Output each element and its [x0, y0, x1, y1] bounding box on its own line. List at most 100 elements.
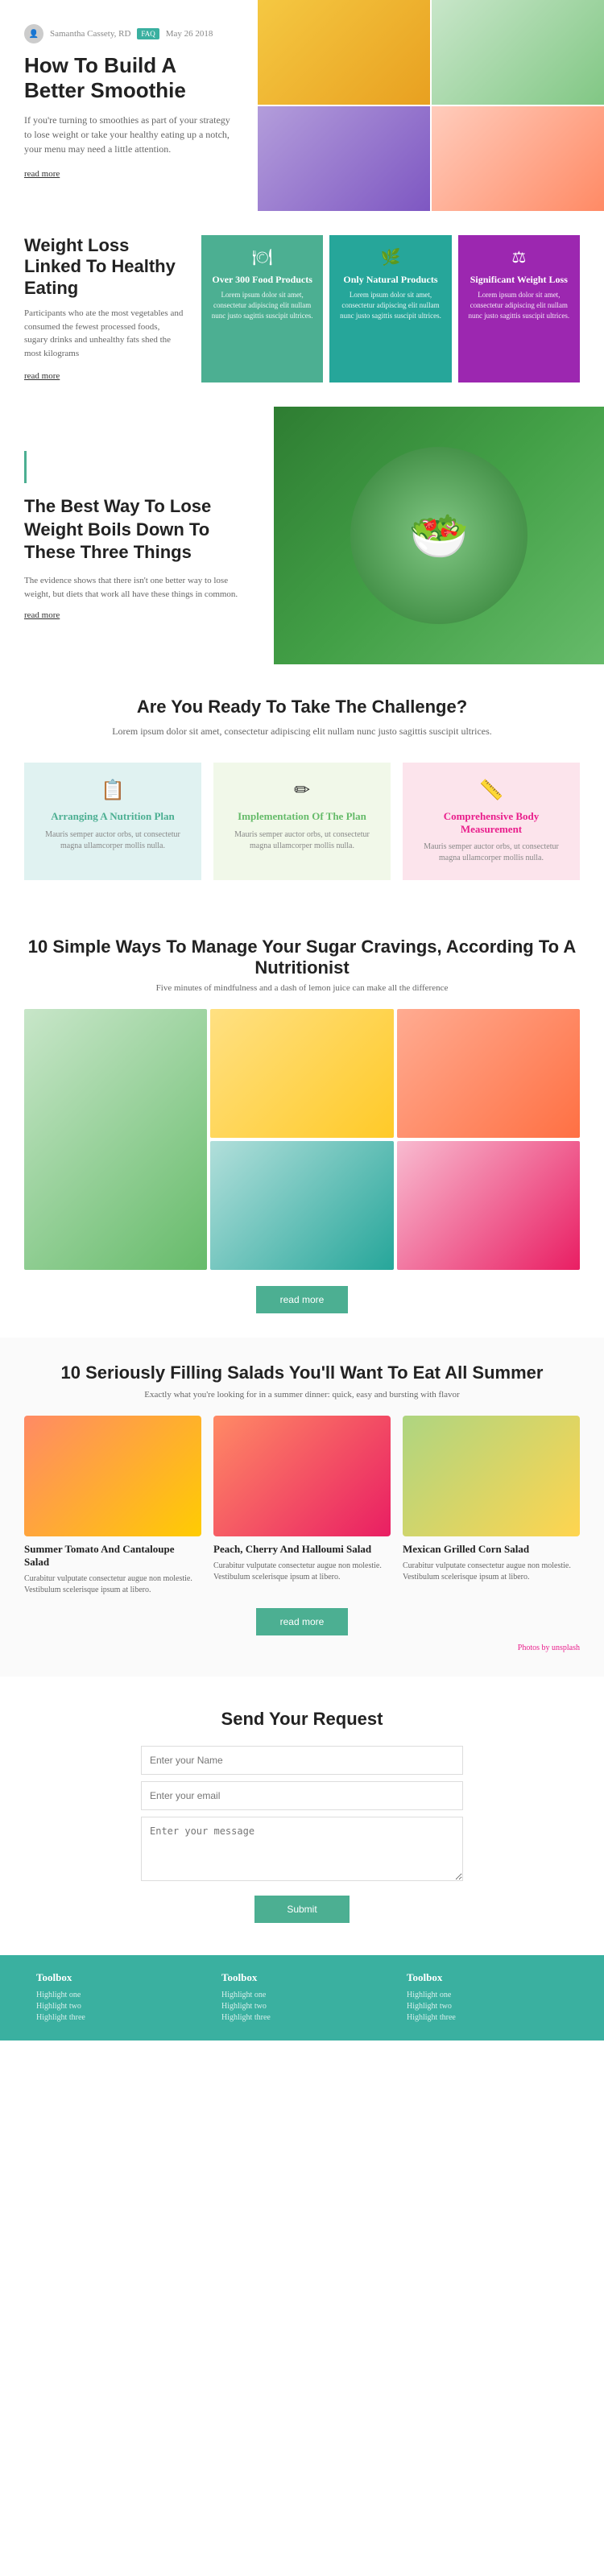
banner-desc: The evidence shows that there isn't one … [24, 574, 250, 601]
banner-title: The Best Way To Lose Weight Boils Down T… [24, 495, 250, 564]
salad-title-1: Summer Tomato And Cantaloupe Salad [24, 1543, 201, 1569]
photo-3 [397, 1009, 580, 1138]
avatar: 👤 [24, 24, 43, 43]
challenge-desc-3: Mauris semper auctor orbs, ut consectetu… [415, 841, 568, 864]
photo-1 [24, 1009, 207, 1270]
hero-section: 👤 Samantha Cassety, RD FAQ May 26 2018 H… [0, 0, 604, 211]
salads-title: 10 Seriously Filling Salads You'll Want … [24, 1362, 580, 1385]
photo-2 [210, 1009, 393, 1138]
hero-title: How To Build A Better Smoothie [24, 53, 234, 103]
feature-icon-1: 🍽 [211, 247, 313, 267]
challenge-title-3: Comprehensive Body Measurement [415, 810, 568, 835]
feature-title-1: Over 300 Food Products [211, 274, 313, 285]
banner-left: The Best Way To Lose Weight Boils Down T… [0, 407, 274, 664]
banner-section: The Best Way To Lose Weight Boils Down T… [0, 407, 604, 664]
footer-col-3: Toolbox Highlight one Highlight two High… [395, 1971, 580, 2024]
salad-image-2 [213, 1416, 391, 1536]
weight-text: Weight Loss Linked To Healthy Eating Par… [24, 235, 185, 382]
salad-image-1 [24, 1416, 201, 1536]
email-input[interactable] [141, 1781, 463, 1810]
salad-card-2: Peach, Cherry And Halloumi Salad Curabit… [213, 1416, 391, 1596]
banner-accent [24, 451, 27, 483]
banner-read-more[interactable]: read more [24, 610, 250, 620]
challenge-title: Are You Ready To Take The Challenge? [24, 697, 580, 717]
footer: Toolbox Highlight one Highlight two High… [0, 1955, 604, 2041]
challenge-icon-2: ✏ [225, 779, 379, 802]
footer-col-2: Toolbox Highlight one Highlight two High… [209, 1971, 395, 2024]
sugar-read-more-button[interactable]: read more [256, 1286, 349, 1313]
salads-grid: Summer Tomato And Cantaloupe Salad Curab… [24, 1416, 580, 1596]
footer-link-3-2[interactable]: Highlight two [407, 2002, 568, 2011]
salads-subtitle: Exactly what you're looking for in a sum… [24, 1390, 580, 1400]
weight-read-more[interactable]: read more [24, 371, 60, 381]
photo-grid [24, 1009, 580, 1270]
feature-title-2: Only Natural Products [339, 274, 441, 285]
challenge-title-1: Arranging A Nutrition Plan [36, 810, 189, 823]
challenge-desc-1: Mauris semper auctor orbs, ut consectetu… [36, 829, 189, 852]
challenge-icon-3: 📏 [415, 779, 568, 802]
photo-5 [397, 1141, 580, 1270]
hero-images [258, 0, 604, 211]
hero-meta: 👤 Samantha Cassety, RD FAQ May 26 2018 [24, 24, 234, 43]
footer-title-1: Toolbox [36, 1971, 197, 1984]
salad-desc-1: Curabitur vulputate consectetur augue no… [24, 1573, 201, 1596]
challenge-desc-2: Mauris semper auctor orbs, ut consectetu… [225, 829, 379, 852]
challenge-card-3: 📏 Comprehensive Body Measurement Mauris … [403, 763, 580, 880]
contact-title: Send Your Request [24, 1709, 580, 1730]
salad-card-3: Mexican Grilled Corn Salad Curabitur vul… [403, 1416, 580, 1596]
footer-col-1: Toolbox Highlight one Highlight two High… [24, 1971, 209, 2024]
hero-read-more[interactable]: read more [24, 169, 60, 179]
footer-title-2: Toolbox [221, 1971, 383, 1984]
weight-desc: Participants who ate the most vegetables… [24, 307, 185, 360]
hero-image-3 [258, 106, 430, 211]
footer-link-2-3[interactable]: Highlight three [221, 2013, 383, 2022]
challenge-card-1: 📋 Arranging A Nutrition Plan Mauris semp… [24, 763, 201, 880]
sugar-section: 10 Simple Ways To Manage Your Sugar Crav… [0, 912, 604, 1338]
contact-section: Send Your Request Submit [0, 1677, 604, 1955]
salad-title-3: Mexican Grilled Corn Salad [403, 1543, 580, 1556]
feature-desc-1: Lorem ipsum dolor sit amet, consectetur … [211, 290, 313, 320]
feature-desc-2: Lorem ipsum dolor sit amet, consectetur … [339, 290, 441, 320]
weight-title: Weight Loss Linked To Healthy Eating [24, 235, 185, 299]
salad-image-3 [403, 1416, 580, 1536]
hero-image-1 [258, 0, 430, 105]
challenge-icon-1: 📋 [36, 779, 189, 802]
feature-card-1: 🍽 Over 300 Food Products Lorem ipsum dol… [201, 235, 323, 382]
plate-visual: 🥗 [350, 447, 527, 624]
salad-title-2: Peach, Cherry And Halloumi Salad [213, 1543, 391, 1556]
photo-4 [210, 1141, 393, 1270]
challenge-section: Are You Ready To Take The Challenge? Lor… [0, 664, 604, 912]
photos-credit-link[interactable]: unsplash [552, 1644, 580, 1652]
challenge-subtitle: Lorem ipsum dolor sit amet, consectetur … [24, 724, 580, 738]
hero-description: If you're turning to smoothies as part o… [24, 113, 234, 156]
message-input[interactable] [141, 1817, 463, 1881]
hero-image-4 [432, 106, 604, 211]
salads-read-more-button[interactable]: read more [256, 1608, 349, 1635]
footer-link-1-2[interactable]: Highlight two [36, 2002, 197, 2011]
footer-link-1-3[interactable]: Highlight three [36, 2013, 197, 2022]
salad-card-1: Summer Tomato And Cantaloupe Salad Curab… [24, 1416, 201, 1596]
contact-form: Submit [141, 1746, 463, 1923]
footer-link-3-1[interactable]: Highlight one [407, 1991, 568, 1999]
name-input[interactable] [141, 1746, 463, 1775]
photos-credit: Photos by unsplash [24, 1644, 580, 1652]
submit-button[interactable]: Submit [254, 1896, 349, 1923]
weight-loss-section: Weight Loss Linked To Healthy Eating Par… [0, 211, 604, 407]
footer-link-3-3[interactable]: Highlight three [407, 2013, 568, 2022]
publish-date: May 26 2018 [166, 29, 213, 39]
footer-link-2-2[interactable]: Highlight two [221, 2002, 383, 2011]
footer-link-1-1[interactable]: Highlight one [36, 1991, 197, 1999]
salads-section: 10 Seriously Filling Salads You'll Want … [0, 1338, 604, 1677]
sugar-title: 10 Simple Ways To Manage Your Sugar Crav… [24, 937, 580, 978]
footer-link-2-1[interactable]: Highlight one [221, 1991, 383, 1999]
salad-desc-2: Curabitur vulputate consectetur augue no… [213, 1561, 391, 1583]
photos-credit-text: Photos by [518, 1644, 550, 1652]
feature-desc-3: Lorem ipsum dolor sit amet, consectetur … [468, 290, 570, 320]
feature-card-3: ⚖ Significant Weight Loss Lorem ipsum do… [458, 235, 580, 382]
feature-title-3: Significant Weight Loss [468, 274, 570, 285]
hero-tag: FAQ [137, 28, 159, 39]
salad-desc-3: Curabitur vulputate consectetur augue no… [403, 1561, 580, 1583]
footer-title-3: Toolbox [407, 1971, 568, 1984]
challenge-title-2: Implementation Of The Plan [225, 810, 379, 823]
feature-card-2: 🌿 Only Natural Products Lorem ipsum dolo… [329, 235, 451, 382]
